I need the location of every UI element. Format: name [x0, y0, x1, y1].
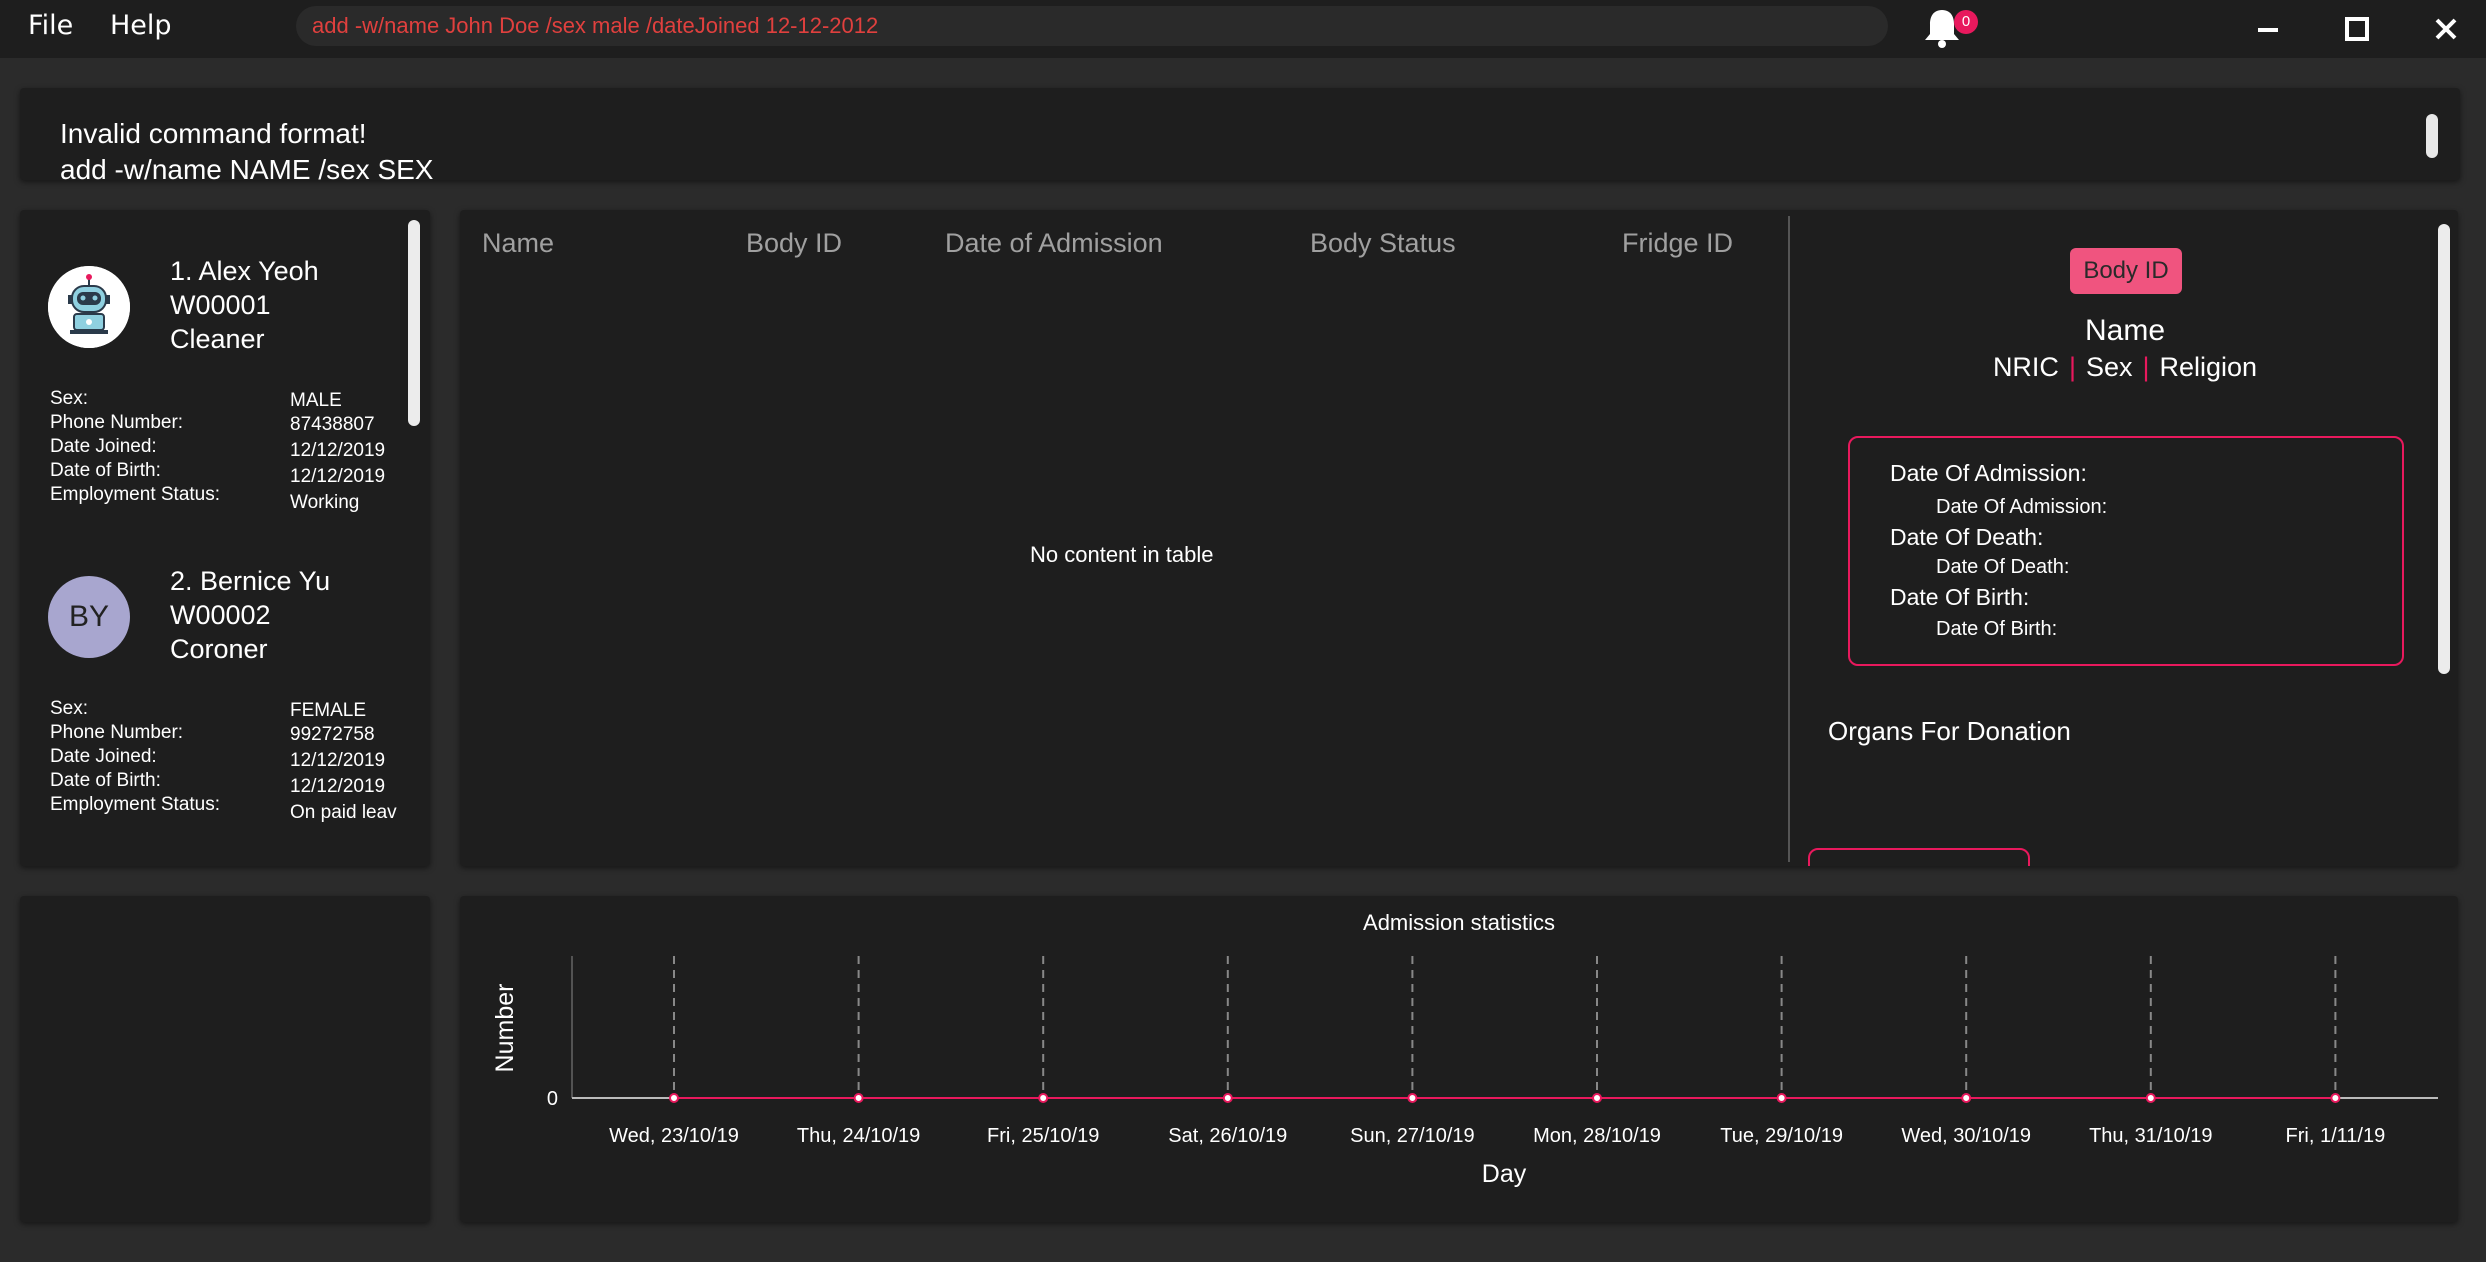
- lower-left-panel: [20, 896, 430, 1222]
- worker-role: Coroner: [170, 634, 268, 664]
- x-axis-label: Day: [1482, 1160, 1527, 1188]
- worker-label-phone: Phone Number:: [50, 722, 184, 743]
- organs-for-donation-label: Organs For Donation: [1828, 716, 2071, 746]
- worker-role: Cleaner: [170, 324, 265, 354]
- command-input[interactable]: [312, 13, 1872, 39]
- data-point: [669, 1093, 679, 1103]
- body-table-panel: Name Body ID Date of Admission Body Stat…: [460, 210, 2458, 866]
- worker-title: 1. Alex Yeoh: [170, 256, 319, 286]
- detail-nric: NRIC: [1992, 352, 2059, 382]
- separator: |: [2142, 352, 2150, 382]
- worker-label-employment: Employment Status:: [50, 484, 221, 505]
- result-message-continued: add -w/name NAME /sex SEX: [60, 154, 434, 180]
- date-death-label: Date Of Death:: [1890, 524, 2044, 550]
- x-tick-label: Sat, 26/10/19: [1168, 1125, 1287, 1147]
- y-axis-label: Number: [491, 984, 519, 1073]
- worker-label-employment: Employment Status:: [50, 794, 221, 815]
- worker-id: W00001: [170, 290, 271, 320]
- worker-value-date-joined: 12/12/2019: [290, 440, 386, 461]
- worker-label-dob: Date of Birth:: [50, 770, 161, 791]
- data-point: [1961, 1093, 1972, 1103]
- column-header-body-id[interactable]: Body ID: [746, 228, 842, 259]
- worker-value-sex: MALE: [290, 390, 342, 411]
- worker-value-date-joined: 12/12/2019: [290, 750, 386, 771]
- result-message: Invalid command format!: [60, 118, 367, 149]
- worker-label-date-joined: Date Joined:: [50, 436, 157, 457]
- column-header-fridge-id[interactable]: Fridge ID: [1622, 228, 1733, 259]
- worker-id: W00002: [170, 600, 271, 630]
- x-tick-label: Mon, 28/10/19: [1533, 1125, 1661, 1147]
- data-point: [2330, 1093, 2341, 1103]
- dates-box: Date Of Admission: Date Of Admission: Da…: [1848, 436, 2404, 666]
- organ-box: [1808, 848, 2030, 866]
- worker-value-dob: 12/12/2019: [290, 466, 386, 487]
- worker-label-sex: Sex:: [50, 698, 89, 719]
- notification-count-badge: 0: [1954, 10, 1978, 34]
- top-bar: File Help 0: [0, 0, 2486, 58]
- x-tick-label: Fri, 25/10/19: [987, 1125, 1099, 1147]
- detail-scrollbar[interactable]: [2438, 224, 2450, 674]
- date-birth-label: Date Of Birth:: [1890, 584, 2030, 610]
- maximize-icon[interactable]: [2337, 10, 2377, 48]
- detail-sex: Sex: [2085, 352, 2133, 382]
- worker-title: 2. Bernice Yu: [170, 566, 331, 596]
- worker-value-sex: FEMALE: [290, 700, 367, 721]
- data-point: [1776, 1093, 1787, 1103]
- close-icon[interactable]: [2426, 10, 2466, 48]
- result-display: Invalid command format! add -w/name NAME…: [20, 88, 2460, 180]
- data-point: [2145, 1093, 2156, 1103]
- menu-help[interactable]: Help: [110, 10, 172, 41]
- data-point: [853, 1093, 864, 1103]
- x-tick-label: Thu, 31/10/19: [2089, 1125, 2212, 1147]
- robot-avatar-icon: [48, 266, 130, 348]
- admission-chart-panel: Admission statistics 0 Number Day Wed, 23/1…: [460, 896, 2458, 1222]
- worker-label-sex: Sex:: [50, 388, 89, 409]
- worker-label-phone: Phone Number:: [50, 412, 184, 433]
- worker-value-phone: 87438807: [290, 414, 375, 435]
- body-id-badge: Body ID: [2070, 248, 2182, 294]
- column-header-name[interactable]: Name: [482, 228, 554, 259]
- y-tick-label: 0: [547, 1088, 558, 1110]
- panel-divider[interactable]: [1788, 216, 1790, 862]
- worker-label-date-joined: Date Joined:: [50, 746, 157, 767]
- data-point: [1592, 1093, 1602, 1103]
- column-header-date-of-admission[interactable]: Date of Admission: [945, 228, 1163, 259]
- date-birth-value: Date Of Birth:: [1936, 618, 2058, 640]
- separator: |: [2068, 352, 2076, 382]
- worker-label-dob: Date of Birth:: [50, 460, 161, 481]
- worker-value-employment: On paid leav: [290, 802, 397, 823]
- worker-list-scrollbar[interactable]: [408, 220, 420, 426]
- worker-value-dob: 12/12/2019: [290, 776, 386, 797]
- x-tick-label: Wed, 30/10/19: [1901, 1125, 2031, 1147]
- x-tick-label: Tue, 29/10/19: [1720, 1125, 1843, 1147]
- detail-religion: Religion: [2159, 352, 2258, 382]
- column-header-body-status[interactable]: Body Status: [1310, 228, 1456, 259]
- data-point: [1038, 1093, 1049, 1103]
- x-tick-label: Thu, 24/10/19: [797, 1125, 920, 1147]
- minimize-icon[interactable]: [2248, 10, 2288, 48]
- worker-value-employment: Working: [290, 492, 360, 513]
- data-point: [1222, 1093, 1233, 1103]
- worker-value-phone: 99272758: [290, 724, 375, 745]
- x-tick-label: Wed, 23/10/19: [609, 1125, 739, 1147]
- table-empty-message: No content in table: [1030, 542, 1214, 567]
- menu-file[interactable]: File: [28, 10, 73, 41]
- initials-avatar: BY: [48, 576, 130, 658]
- detail-name: Name: [2084, 314, 2166, 347]
- worker-list-panel: 1. Alex Yeoh W00001 Cleaner Sex: Phone N…: [20, 210, 430, 866]
- command-box[interactable]: [296, 6, 1888, 46]
- x-tick-label: Sun, 27/10/19: [1350, 1125, 1475, 1147]
- admission-chart: 0 Number Day Wed, 23/10/19 Thu, 24/10/19 Fri,…: [491, 956, 2438, 1188]
- result-scrollbar[interactable]: [2426, 114, 2438, 158]
- date-admission-value: Date Of Admission:: [1936, 496, 2108, 518]
- date-admission-label: Date Of Admission:: [1890, 460, 2087, 486]
- detail-subtitle: NRIC | Sex | Religion: [1900, 352, 2350, 383]
- date-death-value: Date Of Death:: [1936, 556, 2070, 578]
- x-tick-label: Fri, 1/11/19: [2286, 1125, 2386, 1147]
- data-point: [1407, 1093, 1418, 1103]
